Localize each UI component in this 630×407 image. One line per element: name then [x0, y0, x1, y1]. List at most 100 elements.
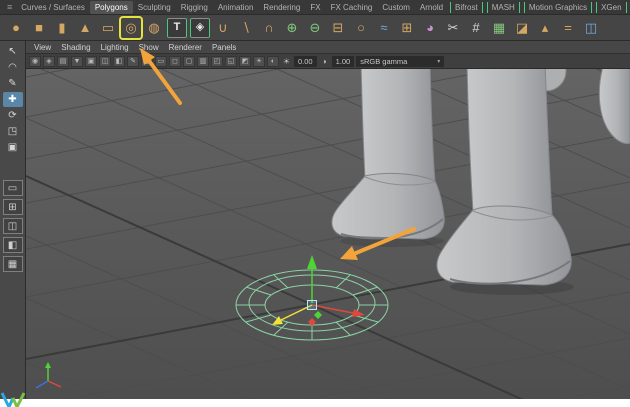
bookmarks-icon[interactable]: ▼ [71, 55, 83, 67]
grease-pencil-icon[interactable]: ✎ [127, 55, 139, 67]
icon-glyph: ◍ [148, 20, 160, 35]
quad-draw-icon[interactable]: ▦ [489, 18, 509, 38]
layout-four-pane-button[interactable]: ⊞ [2, 199, 23, 215]
icon-glyph: ⊟ [332, 20, 344, 35]
tab-sculpting[interactable]: Sculpting [133, 1, 176, 14]
resolution-gate-icon[interactable]: ◻ [169, 55, 181, 67]
separate-icon[interactable]: ⊖ [305, 18, 325, 38]
exposure-field[interactable]: 0.00 [294, 55, 317, 67]
append-polygon-icon[interactable]: ⊞ [397, 18, 417, 38]
camera-attributes-icon[interactable]: ▤ [57, 55, 69, 67]
panel-menu-lighting[interactable]: Lighting [96, 43, 134, 52]
last-tool-icon[interactable]: ▣ [3, 140, 23, 155]
panel-area: View Shading Lighting Show Renderer Panels ◉ … [26, 41, 630, 399]
viewport-canvas[interactable] [26, 69, 630, 399]
sculpt-tool-icon[interactable]: ◕ [420, 18, 440, 38]
lighting-icon[interactable]: ☀ [253, 55, 265, 67]
isolate-select-icon[interactable]: ◩ [239, 55, 251, 67]
boolean-difference-icon[interactable]: ∖ [236, 18, 256, 38]
poly-cube-icon[interactable]: ■ [29, 18, 49, 38]
connect-icon[interactable]: # [466, 18, 486, 38]
oversampling-icon[interactable]: ◧ [113, 55, 125, 67]
icon-glyph: ▣ [7, 142, 18, 153]
combine-icon[interactable]: ⊕ [282, 18, 302, 38]
shelf-tab-bar: ≡ Curves / Surfaces Polygons Sculpting Rigg… [0, 0, 630, 15]
icon-glyph: ∖ [241, 20, 251, 35]
field-chart-icon[interactable]: ▥ [197, 55, 209, 67]
icon-glyph: ▥ [199, 58, 207, 65]
type-tool-icon[interactable]: T [167, 17, 187, 38]
select-camera-icon[interactable]: ◉ [29, 55, 41, 67]
extrude-icon[interactable]: ▴ [535, 18, 555, 38]
tab-xgen[interactable]: XGen [596, 1, 627, 13]
icon-glyph: ◫ [7, 220, 18, 232]
tab-fx[interactable]: FX [305, 1, 325, 14]
gate-mask-icon[interactable]: ▢ [183, 55, 195, 67]
panel-menu-show[interactable]: Show [134, 43, 164, 52]
tab-rigging[interactable]: Rigging [176, 1, 213, 14]
icon-glyph: ◫ [584, 20, 598, 35]
film-gate-icon[interactable]: ▭ [155, 55, 167, 67]
scale-tool-icon[interactable]: ◳ [3, 124, 23, 139]
panel-menu-renderer[interactable]: Renderer [164, 43, 207, 52]
icon-glyph: ◪ [515, 20, 529, 35]
layout-two-pane-side-button[interactable]: ◫ [2, 218, 23, 234]
lasso-tool-icon[interactable]: ◠ [3, 60, 23, 75]
extract-icon[interactable]: ⊟ [328, 18, 348, 38]
lock-camera-icon[interactable]: ◈ [43, 55, 55, 67]
tab-animation[interactable]: Animation [213, 1, 259, 14]
poly-cylinder-icon[interactable]: ▮ [52, 18, 72, 38]
poly-cone-icon[interactable]: ▲ [75, 18, 95, 38]
poly-torus-icon[interactable]: ◎ [121, 18, 141, 38]
panel-menu-shading[interactable]: Shading [56, 43, 95, 52]
tab-rendering[interactable]: Rendering [258, 1, 305, 14]
svg-tool-icon[interactable]: ◈ [190, 17, 210, 38]
icon-glyph: ◱ [227, 58, 235, 65]
bridge-icon[interactable]: = [558, 18, 578, 38]
bevel-icon[interactable]: ◪ [512, 18, 532, 38]
layout-multi-pane-button[interactable]: ▦ [2, 256, 23, 272]
tab-custom[interactable]: Custom [377, 1, 415, 14]
gamma-field[interactable]: 1.00 [331, 55, 355, 67]
safe-action-icon[interactable]: ◰ [211, 55, 223, 67]
boolean-intersection-icon[interactable]: ∩ [259, 18, 279, 38]
tab-mash[interactable]: MASH [486, 1, 520, 13]
multi-cut-icon[interactable]: ✂ [443, 18, 463, 38]
panel-toolbar: ◉ ◈ ▤ ▼ ▣ ◫ ◧ ✎ ▦ ▭ ◻ ▢ ▥ ◰ ◱ ◩ ☀ ◐ ☀ 0.… [26, 54, 630, 69]
boolean-union-icon[interactable]: ∪ [213, 18, 233, 38]
tab-polygons[interactable]: Polygons [89, 0, 133, 14]
smooth-icon[interactable]: ≈ [374, 18, 394, 38]
shelf-menu-icon[interactable]: ≡ [3, 2, 16, 12]
fill-hole-icon[interactable]: ○ [351, 18, 371, 38]
view-transform-select[interactable]: sRGB gamma ▾ [356, 55, 445, 67]
poly-sphere-icon[interactable]: ● [6, 18, 26, 38]
poly-disc-icon[interactable]: ◍ [144, 18, 164, 38]
panel-menu-view[interactable]: View [29, 43, 56, 52]
tab-fx-caching[interactable]: FX Caching [326, 1, 378, 14]
rotate-tool-icon[interactable]: ⟳ [3, 108, 23, 123]
shadows-icon[interactable]: ◐ [267, 55, 279, 67]
tab-curves-surfaces[interactable]: Curves / Surfaces [16, 1, 90, 14]
tab-motion-graphics[interactable]: Motion Graphics [523, 1, 593, 13]
select-tool-icon[interactable]: ↖ [3, 44, 23, 59]
icon-glyph: ◈ [46, 58, 52, 65]
grid-toggle-icon[interactable]: ▦ [141, 55, 153, 67]
move-tool-icon[interactable]: ✚ [2, 92, 23, 107]
safe-title-icon[interactable]: ◱ [225, 55, 237, 67]
exposure-icon[interactable]: ☀ [281, 56, 292, 67]
two-d-pan-zoom-icon[interactable]: ◫ [99, 55, 111, 67]
tab-bifrost[interactable]: Bifrost [450, 1, 483, 13]
layout-outliner-persp-button[interactable]: ◧ [2, 237, 23, 253]
viewport-3d[interactable] [26, 69, 630, 399]
layout-single-pane-button[interactable]: ▭ [2, 180, 23, 196]
image-plane-icon[interactable]: ▣ [85, 55, 97, 67]
panel-menu-panels[interactable]: Panels [207, 43, 241, 52]
view-transform-value: sRGB gamma [360, 56, 408, 66]
gamma-icon[interactable]: ◑ [319, 56, 330, 67]
icon-glyph: ▲ [78, 20, 92, 35]
poly-plane-icon[interactable]: ▭ [98, 18, 118, 38]
icon-glyph: ◎ [125, 20, 137, 35]
mirror-icon[interactable]: ◫ [581, 18, 601, 38]
tab-arnold[interactable]: Arnold [415, 1, 448, 14]
paint-select-tool-icon[interactable]: ✎ [3, 76, 23, 91]
